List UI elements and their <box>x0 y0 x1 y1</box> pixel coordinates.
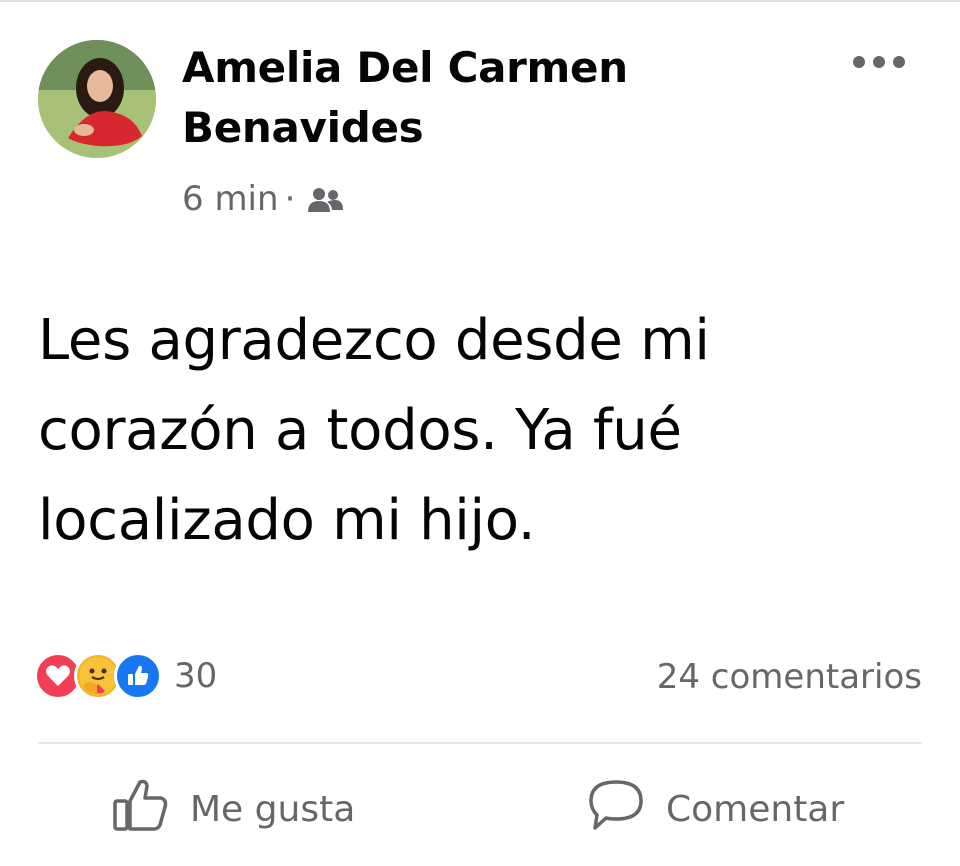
profile-photo <box>38 40 156 158</box>
thumbs-up-icon <box>112 777 170 842</box>
divider <box>38 742 922 744</box>
comment-bubble-icon <box>586 777 646 842</box>
post-text: Les agradezco desde mi corazón a todos. … <box>38 308 710 553</box>
like-label: Me gusta <box>190 788 356 830</box>
like-button[interactable]: Me gusta <box>112 774 355 844</box>
avatar[interactable] <box>38 40 156 158</box>
post-time[interactable]: 6 min <box>182 179 279 219</box>
comment-button[interactable]: Comentar <box>586 774 844 844</box>
author-name[interactable]: Amelia Del Carmen Benavides <box>182 38 742 158</box>
reactions-summary[interactable]: 30 <box>34 652 217 700</box>
top-border <box>0 0 960 2</box>
comments-count[interactable]: 24 comentarios <box>657 652 922 702</box>
reaction-count: 30 <box>174 656 218 696</box>
friends-icon[interactable] <box>305 184 345 214</box>
meta-separator: · <box>284 179 296 219</box>
more-options-icon[interactable] <box>850 50 908 74</box>
post-meta: 6 min · <box>182 176 345 222</box>
comment-label: Comentar <box>666 788 845 830</box>
like-reaction-icon <box>114 652 162 700</box>
